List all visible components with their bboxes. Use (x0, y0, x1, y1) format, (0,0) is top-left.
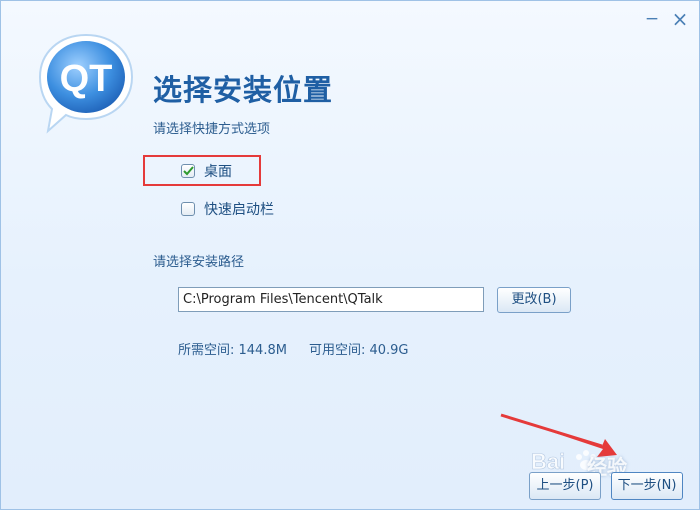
page-title: 选择安装位置 (153, 73, 334, 107)
desktop-label: 桌面 (204, 164, 232, 180)
svg-text:Bai: Bai (531, 449, 565, 474)
quick-launch-checkbox[interactable] (181, 202, 195, 216)
prev-step-button[interactable]: 上一步(P) (529, 472, 601, 500)
desktop-checkbox[interactable] (181, 164, 195, 178)
change-path-button[interactable]: 更改(B) (497, 287, 571, 313)
install-path-label: 请选择安装路径 (153, 255, 245, 270)
space-info: 所需空间: 144.8M 可用空间: 40.9G (178, 339, 409, 358)
logo-text: QT (60, 58, 113, 100)
close-button[interactable]: × (669, 9, 691, 31)
shortcut-section-label: 请选择快捷方式选项 (153, 122, 271, 137)
next-step-button[interactable]: 下一步(N) (611, 472, 683, 500)
desktop-shortcut-option[interactable]: 桌面 (181, 161, 232, 181)
install-path-input[interactable] (178, 287, 484, 312)
quick-launch-label: 快速启动栏 (204, 202, 274, 218)
quick-launch-option[interactable]: 快速启动栏 (181, 199, 274, 219)
qt-logo: QT (38, 33, 134, 134)
minimize-button[interactable]: − (641, 9, 663, 31)
installer-window: − × QT 选择安装位置 请选择快捷方式选项 桌面 快速启动栏 请选择安装路径… (0, 0, 700, 510)
available-space: 可用空间: 40.9G (308, 343, 409, 358)
check-icon (182, 166, 194, 176)
required-space: 所需空间: 144.8M (178, 343, 287, 358)
